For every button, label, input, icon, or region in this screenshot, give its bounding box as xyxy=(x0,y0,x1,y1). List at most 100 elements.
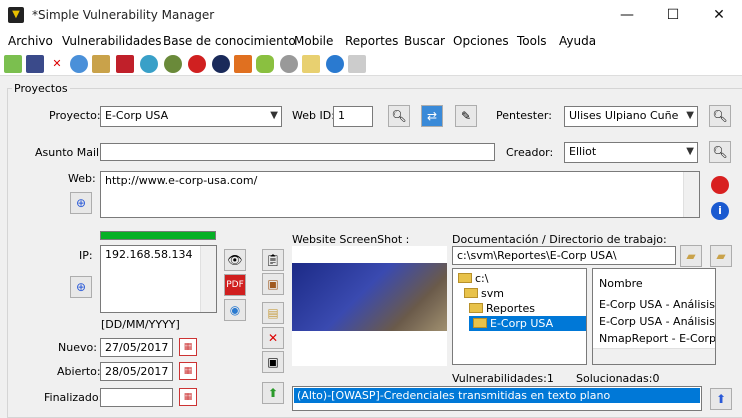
tree-item-label: c:\ xyxy=(475,272,489,285)
web-textarea[interactable]: http://www.e-corp-usa.com/ xyxy=(100,171,700,218)
camera-button[interactable]: ▣ xyxy=(262,351,284,373)
app-icon: ▼ xyxy=(8,7,24,23)
gear-icon[interactable] xyxy=(280,55,298,73)
finalizado-label: Finalizado: xyxy=(44,391,103,404)
remove-button[interactable]: ✕ xyxy=(262,327,284,349)
creador-label: Creador: xyxy=(506,146,554,159)
tree-item-selected[interactable]: E-Corp USA xyxy=(469,316,586,331)
report-icon[interactable] xyxy=(711,176,729,194)
docs-path-field[interactable]: c:\svm\Reportes\E-Corp USA\ xyxy=(452,246,676,265)
delete-icon[interactable]: ✕ xyxy=(48,55,66,73)
lightning-icon[interactable] xyxy=(234,55,252,73)
creador-combo[interactable]: Elliot ▼ xyxy=(564,142,698,163)
files-list[interactable]: Nombre E-Corp USA - Análisis de E-Corp U… xyxy=(592,268,716,365)
target-icon[interactable] xyxy=(188,55,206,73)
maximize-button[interactable]: ☐ xyxy=(650,0,696,30)
files-header[interactable]: Nombre xyxy=(599,277,643,290)
menu-buscar[interactable]: Buscar xyxy=(404,34,445,48)
nuevo-date-field[interactable]: 27/05/2017 xyxy=(100,338,173,357)
files-hscrollbar[interactable] xyxy=(593,348,715,364)
delete-icon: ✕ xyxy=(267,331,279,345)
new-folder-button[interactable]: ▰ xyxy=(680,245,702,267)
android-icon[interactable] xyxy=(256,55,274,73)
pentester-label: Pentester: xyxy=(496,109,552,122)
menu-vulnerabilidades[interactable]: Vulnerabilidades xyxy=(62,34,161,48)
bug-icon[interactable] xyxy=(164,55,182,73)
pentester-search-button[interactable]: 🔍︎ xyxy=(709,105,731,127)
list-item[interactable]: E-Corp USA - Análisis de xyxy=(599,297,715,312)
tree-item[interactable]: Reportes xyxy=(455,301,584,316)
toolbar: ✕ xyxy=(0,52,742,76)
abierto-date-field[interactable]: 28/05/2017 xyxy=(100,362,173,381)
group-title: Proyectos xyxy=(12,82,70,95)
docs-label: Documentación / Directorio de trabajo: xyxy=(452,233,667,246)
folder-tree[interactable]: c:\ svm Reportes E-Corp USA xyxy=(452,268,587,365)
ip-scrollbar[interactable] xyxy=(200,246,216,312)
asunto-field[interactable] xyxy=(100,143,495,161)
list-item[interactable]: E-Corp USA - Análisis de xyxy=(599,314,715,329)
move-up-button[interactable]: ⬆ xyxy=(710,388,732,410)
magnifier-icon: 🔍︎ xyxy=(712,109,728,123)
pentester-combo[interactable]: Ulises Ulpiano Cuñe ▼ xyxy=(564,106,698,127)
info-icon[interactable]: i xyxy=(711,202,729,220)
pentester-value: Ulises Ulpiano Cuñe xyxy=(569,109,679,122)
pdf-button[interactable]: PDF xyxy=(224,274,246,296)
edit-icon[interactable] xyxy=(302,55,320,73)
search-web-button[interactable]: 🔍︎ xyxy=(388,105,410,127)
copy-button[interactable]: 📋︎ xyxy=(262,249,284,271)
add-button[interactable]: ⬆ xyxy=(262,382,284,404)
menu-archivo[interactable]: Archivo xyxy=(8,34,53,48)
cycle-icon[interactable] xyxy=(140,55,158,73)
webid-field[interactable]: 1 xyxy=(333,106,373,127)
proyecto-combo[interactable]: E-Corp USA ▼ xyxy=(100,106,282,127)
date-format-label: [DD/MM/YYYY] xyxy=(101,318,180,331)
folder-icon xyxy=(469,303,483,313)
open-folder-button[interactable]: ▰ xyxy=(710,245,732,267)
refresh-icon[interactable] xyxy=(70,55,88,73)
menu-ayuda[interactable]: Ayuda xyxy=(559,34,596,48)
list-item[interactable]: (Alto)-[OWASP]-Credenciales transmitidas… xyxy=(294,388,700,403)
folder-icon xyxy=(473,318,487,328)
globe-button[interactable]: ◉ xyxy=(224,299,246,321)
web-scrollbar[interactable] xyxy=(683,172,699,217)
folder-icon xyxy=(458,273,472,283)
notes-button[interactable]: ✎ xyxy=(455,105,477,127)
menu-reportes[interactable]: Reportes xyxy=(345,34,398,48)
minimize-button[interactable]: — xyxy=(604,0,650,30)
copy-icon[interactable] xyxy=(92,55,110,73)
export-icon[interactable] xyxy=(348,55,366,73)
menu-opciones[interactable]: Opciones xyxy=(453,34,509,48)
eye-button[interactable]: 👁︎ xyxy=(224,249,246,271)
globe-dark-icon[interactable] xyxy=(212,55,230,73)
save-icon[interactable] xyxy=(26,55,44,73)
pdf-icon: PDF xyxy=(226,280,244,290)
vulns-list[interactable]: (Alto)-[OWASP]-Credenciales transmitidas… xyxy=(292,386,702,411)
add-icon: ⬆ xyxy=(267,386,279,400)
tree-item[interactable]: c:\ xyxy=(455,271,584,286)
notes-list-button[interactable]: ▤ xyxy=(262,302,284,324)
calendar-icon[interactable]: ▦ xyxy=(179,362,197,380)
nuevo-label: Nuevo: xyxy=(58,341,97,354)
web-zoom-button[interactable]: ⊕ xyxy=(70,192,92,214)
close-button[interactable]: ✕ xyxy=(696,0,742,30)
menu-base-conocimiento[interactable]: Base de conocimiento xyxy=(163,34,296,48)
magnifier-icon: 🔍︎ xyxy=(391,109,407,123)
list-item[interactable]: NmapReport - E-Corp US xyxy=(599,331,715,346)
menu-tools[interactable]: Tools xyxy=(517,34,547,48)
paste-button[interactable]: ▣ xyxy=(262,273,284,295)
shield-icon[interactable] xyxy=(116,55,134,73)
menu-mobile[interactable]: Mobile xyxy=(294,34,333,48)
ip-zoom-button[interactable]: ⊕ xyxy=(70,276,92,298)
screenshot-label: Website ScreenShot : xyxy=(292,233,410,246)
chevron-down-icon: ▼ xyxy=(686,110,694,121)
sync-button[interactable]: ⇄ xyxy=(421,105,443,127)
finalizado-date-field[interactable] xyxy=(100,388,173,407)
calendar-icon[interactable]: ▦ xyxy=(179,388,197,406)
web-icon[interactable] xyxy=(326,55,344,73)
tree-item[interactable]: svm xyxy=(455,286,584,301)
window-title: *Simple Vulnerability Manager xyxy=(32,8,215,22)
calendar-icon[interactable]: ▦ xyxy=(179,338,197,356)
new-icon[interactable] xyxy=(4,55,22,73)
creador-search-button[interactable]: 🔍︎ xyxy=(709,141,731,163)
menu-bar: Archivo Vulnerabilidades Base de conocim… xyxy=(0,32,742,52)
